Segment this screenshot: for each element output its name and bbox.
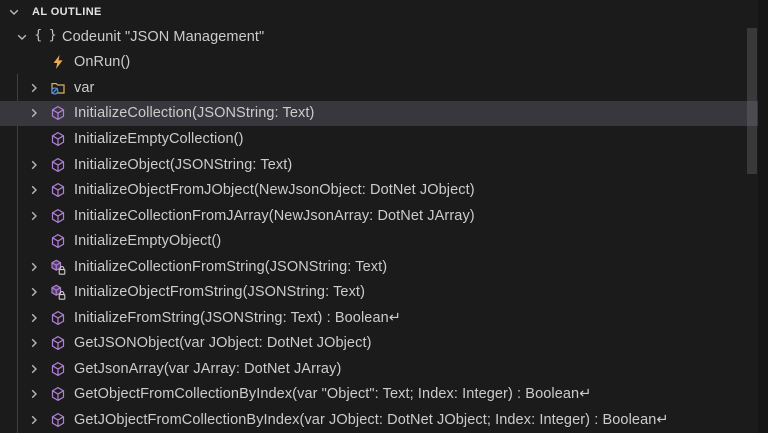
method-icon	[50, 208, 66, 224]
chevron-down-icon[interactable]	[14, 29, 30, 45]
outline-row-label: InitializeCollection(JSONString: Text)	[74, 105, 315, 122]
chevron-right-icon[interactable]	[26, 259, 42, 275]
chevron-right-icon[interactable]	[26, 182, 42, 198]
outline-row-label: InitializeCollectionFromJArray(NewJsonAr…	[74, 207, 475, 224]
braces-icon: { }	[34, 28, 58, 44]
al-outline-panel: AL OUTLINE { } Codeunit "JSON Management"…	[0, 0, 768, 433]
chevron-right-icon[interactable]	[26, 361, 42, 377]
method-icon	[50, 310, 66, 326]
chevron-right-icon[interactable]	[26, 310, 42, 326]
outline-row[interactable]: { } Codeunit "JSON Management"	[0, 24, 758, 50]
section-title: AL OUTLINE	[32, 6, 102, 18]
chevron-placeholder	[26, 233, 42, 249]
outline-row-label: InitializeEmptyCollection()	[74, 130, 244, 147]
outline-row-label: GetJsonArray(var JArray: DotNet JArray)	[74, 360, 342, 377]
outline-row[interactable]: InitializeCollectionFromJArray(NewJsonAr…	[0, 203, 758, 229]
panel-edge-strip	[758, 0, 768, 433]
method-icon	[50, 157, 66, 173]
variables-icon	[50, 80, 66, 96]
outline-row-label: GetObjectFromCollectionByIndex(var "Obje…	[74, 386, 592, 403]
method-icon	[50, 412, 66, 428]
event-icon	[50, 54, 66, 70]
vertical-scrollbar[interactable]	[747, 28, 757, 174]
outline-row-label: Codeunit "JSON Management"	[62, 28, 265, 45]
chevron-right-icon[interactable]	[26, 208, 42, 224]
chevron-placeholder	[26, 54, 42, 70]
method-icon	[50, 335, 66, 351]
outline-row-label: GetJSONObject(var JObject: DotNet JObjec…	[74, 335, 372, 352]
outline-row[interactable]: InitializeObjectFromString(JSONString: T…	[0, 279, 758, 305]
outline-row-label: InitializeCollectionFromString(JSONStrin…	[74, 258, 388, 275]
outline-row[interactable]: OnRun()	[0, 50, 758, 76]
method-lock-icon	[50, 284, 66, 300]
method-icon	[50, 131, 66, 147]
outline-row[interactable]: var	[0, 75, 758, 101]
method-icon	[50, 182, 66, 198]
chevron-right-icon[interactable]	[26, 105, 42, 121]
method-icon	[50, 233, 66, 249]
outline-row[interactable]: InitializeObjectFromJObject(NewJsonObjec…	[0, 177, 758, 203]
chevron-right-icon[interactable]	[26, 80, 42, 96]
outline-row[interactable]: GetJsonArray(var JArray: DotNet JArray)	[0, 356, 758, 382]
outline-row-label: InitializeObjectFromJObject(NewJsonObjec…	[74, 182, 475, 199]
outline-row-label: InitializeEmptyObject()	[74, 233, 222, 250]
outline-row-label: InitializeObject(JSONString: Text)	[74, 156, 293, 173]
section-header-al-outline[interactable]: AL OUTLINE	[0, 0, 768, 24]
outline-row-label: InitializeFromString(JSONString: Text) :…	[74, 309, 402, 326]
chevron-right-icon[interactable]	[26, 284, 42, 300]
outline-row[interactable]: InitializeFromString(JSONString: Text) :…	[0, 305, 758, 331]
method-lock-icon	[50, 259, 66, 275]
outline-row[interactable]: InitializeEmptyCollection()	[0, 126, 758, 152]
outline-row-label: GetJObjectFromCollectionByIndex(var JObj…	[74, 411, 669, 428]
method-icon	[50, 386, 66, 402]
outline-row[interactable]: InitializeCollection(JSONString: Text)	[0, 100, 758, 127]
outline-row[interactable]: InitializeObject(JSONString: Text)	[0, 152, 758, 178]
outline-row[interactable]: InitializeCollectionFromString(JSONStrin…	[0, 254, 758, 280]
method-icon	[50, 105, 66, 121]
outline-tree: { } Codeunit "JSON Management" OnRun() var I…	[0, 24, 758, 433]
outline-row-label: var	[74, 79, 95, 96]
chevron-right-icon[interactable]	[26, 335, 42, 351]
outline-row-label: InitializeObjectFromString(JSONString: T…	[74, 284, 365, 301]
chevron-placeholder	[26, 131, 42, 147]
chevron-right-icon[interactable]	[26, 157, 42, 173]
outline-row[interactable]: GetJObjectFromCollectionByIndex(var JObj…	[0, 407, 758, 433]
outline-row[interactable]: GetObjectFromCollectionByIndex(var "Obje…	[0, 382, 758, 408]
outline-row[interactable]: InitializeEmptyObject()	[0, 228, 758, 254]
outline-row-label: OnRun()	[74, 54, 131, 71]
chevron-down-icon[interactable]	[6, 4, 22, 20]
method-icon	[50, 361, 66, 377]
outline-row[interactable]: GetJSONObject(var JObject: DotNet JObjec…	[0, 331, 758, 357]
chevron-right-icon[interactable]	[26, 386, 42, 402]
chevron-right-icon[interactable]	[26, 412, 42, 428]
